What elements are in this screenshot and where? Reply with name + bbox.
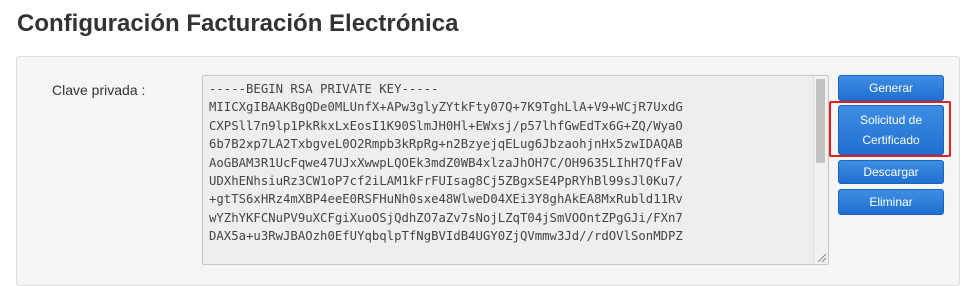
solicitud-certificado-button[interactable]: Solicitud de Certificado <box>838 105 944 155</box>
scrollbar-thumb[interactable] <box>816 79 825 163</box>
generar-button[interactable]: Generar <box>838 75 944 101</box>
resize-grip-icon[interactable] <box>815 251 827 263</box>
private-key-label: Clave privada : <box>52 82 146 98</box>
private-key-textarea[interactable]: -----BEGIN RSA PRIVATE KEY----- MIICXgIB… <box>202 75 829 265</box>
page-title: Configuración Facturación Electrónica <box>17 10 459 37</box>
eliminar-button[interactable]: Eliminar <box>838 189 944 215</box>
private-key-text[interactable]: -----BEGIN RSA PRIVATE KEY----- MIICXgIB… <box>209 80 683 246</box>
descargar-button[interactable]: Descargar <box>838 160 944 184</box>
private-key-panel: Clave privada : -----BEGIN RSA PRIVATE K… <box>16 56 960 286</box>
textarea-scrollbar[interactable] <box>813 76 828 264</box>
